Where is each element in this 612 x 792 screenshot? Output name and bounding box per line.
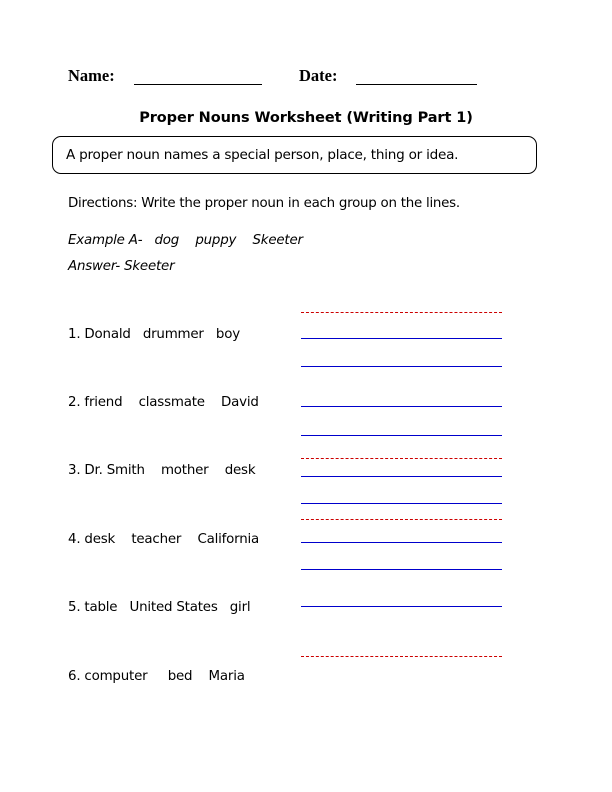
worksheet-page: Name: Date: Proper Nouns Worksheet (Writ… [0, 0, 612, 792]
writing-answer-line[interactable] [301, 503, 502, 504]
writing-answer-line[interactable] [301, 606, 502, 607]
question-item: 4. desk teacher California [68, 532, 260, 547]
question-item: 6. computer bed Maria [68, 669, 245, 684]
definition-box: A proper noun names a special person, pl… [52, 136, 537, 174]
writing-guide-line-dashed[interactable] [301, 458, 502, 459]
writing-answer-line[interactable] [301, 542, 502, 543]
definition-text: A proper noun names a special person, pl… [66, 147, 459, 163]
writing-guide-line-dashed[interactable] [301, 656, 502, 657]
writing-answer-line[interactable] [301, 338, 502, 339]
writing-answer-line[interactable] [301, 476, 502, 477]
writing-answer-line[interactable] [301, 569, 502, 570]
question-item: 5. table United States girl [68, 600, 251, 615]
name-label: Name: [68, 66, 115, 85]
example-prompt: Example A- dog puppy Skeeter [68, 233, 303, 248]
page-title: Proper Nouns Worksheet (Writing Part 1) [139, 110, 473, 126]
writing-guide-line-dashed[interactable] [301, 519, 502, 520]
writing-guide-line-dashed[interactable] [301, 312, 502, 313]
question-item: 3. Dr. Smith mother desk [68, 463, 256, 478]
question-item: 1. Donald drummer boy [68, 327, 240, 342]
question-item: 2. friend classmate David [68, 395, 259, 410]
date-blank-line[interactable] [356, 84, 477, 85]
directions-text: Directions: Write the proper noun in eac… [68, 196, 460, 211]
date-label: Date: [299, 66, 338, 85]
writing-answer-line[interactable] [301, 366, 502, 367]
name-date-row: Name: Date: [0, 66, 612, 92]
name-blank-line[interactable] [134, 84, 262, 85]
writing-answer-line[interactable] [301, 406, 502, 407]
example-answer: Answer- Skeeter [68, 259, 175, 274]
writing-answer-line[interactable] [301, 435, 502, 436]
